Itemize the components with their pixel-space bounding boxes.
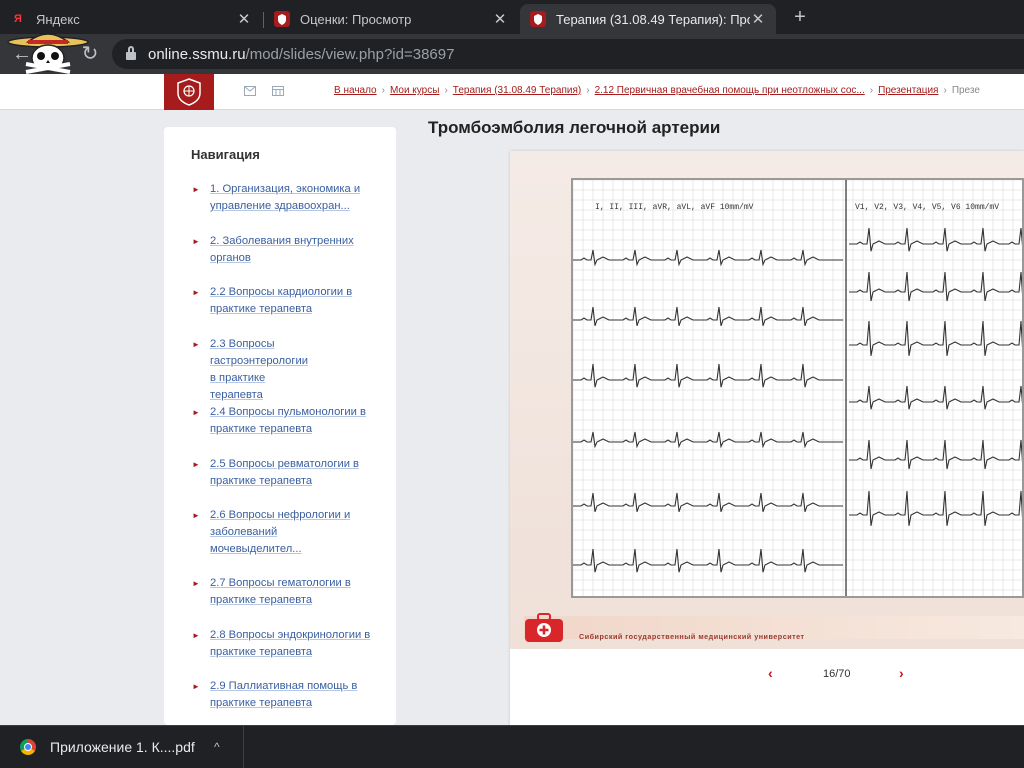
bullet-arrow-icon: ► xyxy=(192,340,200,349)
previous-slide-button[interactable]: ‹ xyxy=(768,665,773,681)
navigation-block: Навигация ► 1. Организация, экономика и … xyxy=(164,127,396,725)
nav-item[interactable]: ► 2. Заболевания внутренних органов xyxy=(192,233,382,267)
nav-item[interactable]: ► 2.5 Вопросы ревматологии в практике те… xyxy=(192,456,382,490)
address-bar[interactable]: online.ssmu.ru/mod/slides/view.php?id=38… xyxy=(112,39,1024,69)
navigation-title: Навигация xyxy=(191,147,260,162)
ecg-lead-trace xyxy=(849,385,1022,410)
breadcrumb-my-courses[interactable]: Мои курсы xyxy=(390,85,440,96)
ecg-leads-right-label: V1, V2, V3, V4, V5, V6 10mm/mV xyxy=(855,203,999,212)
bullet-arrow-icon: ► xyxy=(192,185,200,194)
toolbar: ← ↻ online.ssmu.ru/mod/slides/view.php?i… xyxy=(0,34,1024,74)
lock-icon xyxy=(126,46,136,60)
tab-title: Оценки: Просмотр xyxy=(300,11,412,27)
mail-icon[interactable] xyxy=(244,86,256,96)
nav-item[interactable]: ► 2.3 Вопросы гастроэнтерологии в практи… xyxy=(192,336,312,404)
ecg-lead-trace xyxy=(573,363,843,388)
bullet-arrow-icon: ► xyxy=(192,408,200,417)
ecg-lead-trace xyxy=(849,490,1022,526)
url-host: online.ssmu.ru xyxy=(148,45,246,63)
ssmu-icon xyxy=(274,11,290,27)
breadcrumb-presentation[interactable]: Презентация xyxy=(878,85,938,96)
bullet-arrow-icon: ► xyxy=(192,460,200,469)
ecg-lead-trace xyxy=(849,439,1022,470)
nav-item[interactable]: ► 2.7 Вопросы гематологии в практике тер… xyxy=(192,575,382,609)
tab-therapy[interactable]: Терапия (31.08.49 Терапия): Про ✕ xyxy=(520,4,776,34)
bullet-arrow-icon: ► xyxy=(192,511,200,520)
first-aid-kit-icon xyxy=(525,613,563,642)
downloads-bar: Приложение 1. К....pdf ^ xyxy=(0,725,1024,768)
nav-item-label[interactable]: 2.4 Вопросы пульмонологии в практике тер… xyxy=(210,404,382,438)
nav-item[interactable]: ► 2.6 Вопросы нефрологии и заболеваний м… xyxy=(192,507,370,558)
next-slide-button[interactable]: › xyxy=(899,665,904,681)
breadcrumb: В начало › Мои курсы › Терапия (31.08.49… xyxy=(334,85,980,96)
download-filename[interactable]: Приложение 1. К....pdf xyxy=(50,739,195,755)
ecg-lead-trace xyxy=(849,271,1022,302)
slide-pager: ‹ 16/70 › xyxy=(510,656,1024,696)
nav-item-label[interactable]: 2.6 Вопросы нефрологии и заболеваний моч… xyxy=(210,507,370,558)
slide-title: Тромбоэмболия легочной артерии xyxy=(428,118,721,137)
breadcrumb-separator: › xyxy=(869,85,874,96)
breadcrumb-separator: › xyxy=(943,85,947,96)
nav-item-label[interactable]: 1. Организация, экономика и управление з… xyxy=(210,181,382,215)
slide-counter: 16/70 xyxy=(823,668,851,680)
tab-title: Терапия (31.08.49 Терапия): Про xyxy=(556,11,750,27)
close-tab-icon[interactable]: ✕ xyxy=(750,10,766,28)
nav-item-label[interactable]: 2.8 Вопросы эндокринологии в практике те… xyxy=(210,627,382,661)
tab-strip: Я Яндекс ✕ Оценки: Просмотр ✕ Терапия (3… xyxy=(0,0,1024,34)
breadcrumb-home[interactable]: В начало xyxy=(334,85,377,96)
breadcrumb-separator: › xyxy=(444,85,448,96)
nav-item-label[interactable]: 2.5 Вопросы ревматологии в практике тера… xyxy=(210,456,382,490)
ssmu-icon xyxy=(530,11,546,27)
bullet-arrow-icon: ► xyxy=(192,288,200,297)
ecg-lead-trace xyxy=(573,548,843,573)
breadcrumb-separator: › xyxy=(586,85,590,96)
bullet-arrow-icon: ► xyxy=(192,579,200,588)
breadcrumb-section[interactable]: 2.12 Первичная врачебная помощь при неот… xyxy=(595,85,865,96)
bullet-arrow-icon: ► xyxy=(192,237,200,246)
ecg-lead-trace xyxy=(849,320,1022,356)
close-tab-icon[interactable]: ✕ xyxy=(492,10,508,28)
nav-item-label[interactable]: 2.2 Вопросы кардиологии в практике терап… xyxy=(210,284,382,318)
yandex-icon: Я xyxy=(14,13,22,25)
nav-item-label[interactable]: 2.7 Вопросы гематологии в практике терап… xyxy=(210,575,382,609)
tab-title: Яндекс xyxy=(36,11,80,27)
breadcrumb-separator: › xyxy=(381,85,385,96)
nav-item[interactable]: ► 1. Организация, экономика и управление… xyxy=(192,181,382,215)
tab-grades[interactable]: Оценки: Просмотр ✕ xyxy=(264,4,518,34)
university-name: Сибирский государственный медицинский ун… xyxy=(579,632,805,641)
skull-avatar-icon xyxy=(7,33,89,74)
tab-yandex[interactable]: Я Яндекс ✕ xyxy=(0,4,262,34)
ecg-lead-trace xyxy=(573,431,843,449)
slide-image: I, II, III, aVR, aVL, aVF 10mm/mV V1, V2… xyxy=(510,151,1024,649)
new-tab-button[interactable]: + xyxy=(788,6,812,30)
nav-item-label[interactable]: 2.9 Паллиативная помощь в практике терап… xyxy=(210,678,382,712)
close-tab-icon[interactable]: ✕ xyxy=(236,10,252,28)
chrome-icon xyxy=(20,739,36,755)
nav-item[interactable]: ► 2.8 Вопросы эндокринологии в практике … xyxy=(192,627,382,661)
nav-item-label[interactable]: 2.3 Вопросы гастроэнтерологии в практике… xyxy=(210,336,312,404)
nav-item[interactable]: ► 2.2 Вопросы кардиологии в практике тер… xyxy=(192,284,382,318)
breadcrumb-course[interactable]: Терапия (31.08.49 Терапия) xyxy=(453,85,581,96)
bullet-arrow-icon: ► xyxy=(192,631,200,640)
ecg-lead-trace xyxy=(849,227,1022,252)
ecg-leads-left-label: I, II, III, aVR, aVL, aVF 10mm/mV xyxy=(595,203,754,212)
nav-item[interactable]: ► 2.9 Паллиативная помощь в практике тер… xyxy=(192,678,382,712)
url-path: /mod/slides/view.php?id=38697 xyxy=(245,45,455,63)
breadcrumb-current: Презе xyxy=(951,85,980,96)
calendar-icon[interactable] xyxy=(272,86,284,96)
emblem-icon xyxy=(177,78,201,106)
nav-item-label[interactable]: 2. Заболевания внутренних органов xyxy=(210,233,382,267)
ecg-lead-trace xyxy=(573,492,843,513)
nav-item[interactable]: ► 2.4 Вопросы пульмонологии в практике т… xyxy=(192,404,382,438)
ecg-trace: I, II, III, aVR, aVL, aVF 10mm/mV V1, V2… xyxy=(573,180,1022,596)
page-content: В начало › Мои курсы › Терапия (31.08.49… xyxy=(0,74,1024,725)
university-logo[interactable] xyxy=(164,74,214,110)
bullet-arrow-icon: ► xyxy=(192,682,200,691)
site-header: В начало › Мои курсы › Терапия (31.08.49… xyxy=(0,74,1024,110)
ecg-lead-trace xyxy=(573,249,843,267)
download-item[interactable]: Приложение 1. К....pdf ^ xyxy=(0,726,244,768)
slide-viewer: I, II, III, aVR, aVL, aVF 10mm/mV V1, V2… xyxy=(510,151,1024,725)
ecg-image: I, II, III, aVR, aVL, aVF 10mm/mV V1, V2… xyxy=(571,178,1024,598)
chevron-up-icon[interactable]: ^ xyxy=(214,740,220,754)
